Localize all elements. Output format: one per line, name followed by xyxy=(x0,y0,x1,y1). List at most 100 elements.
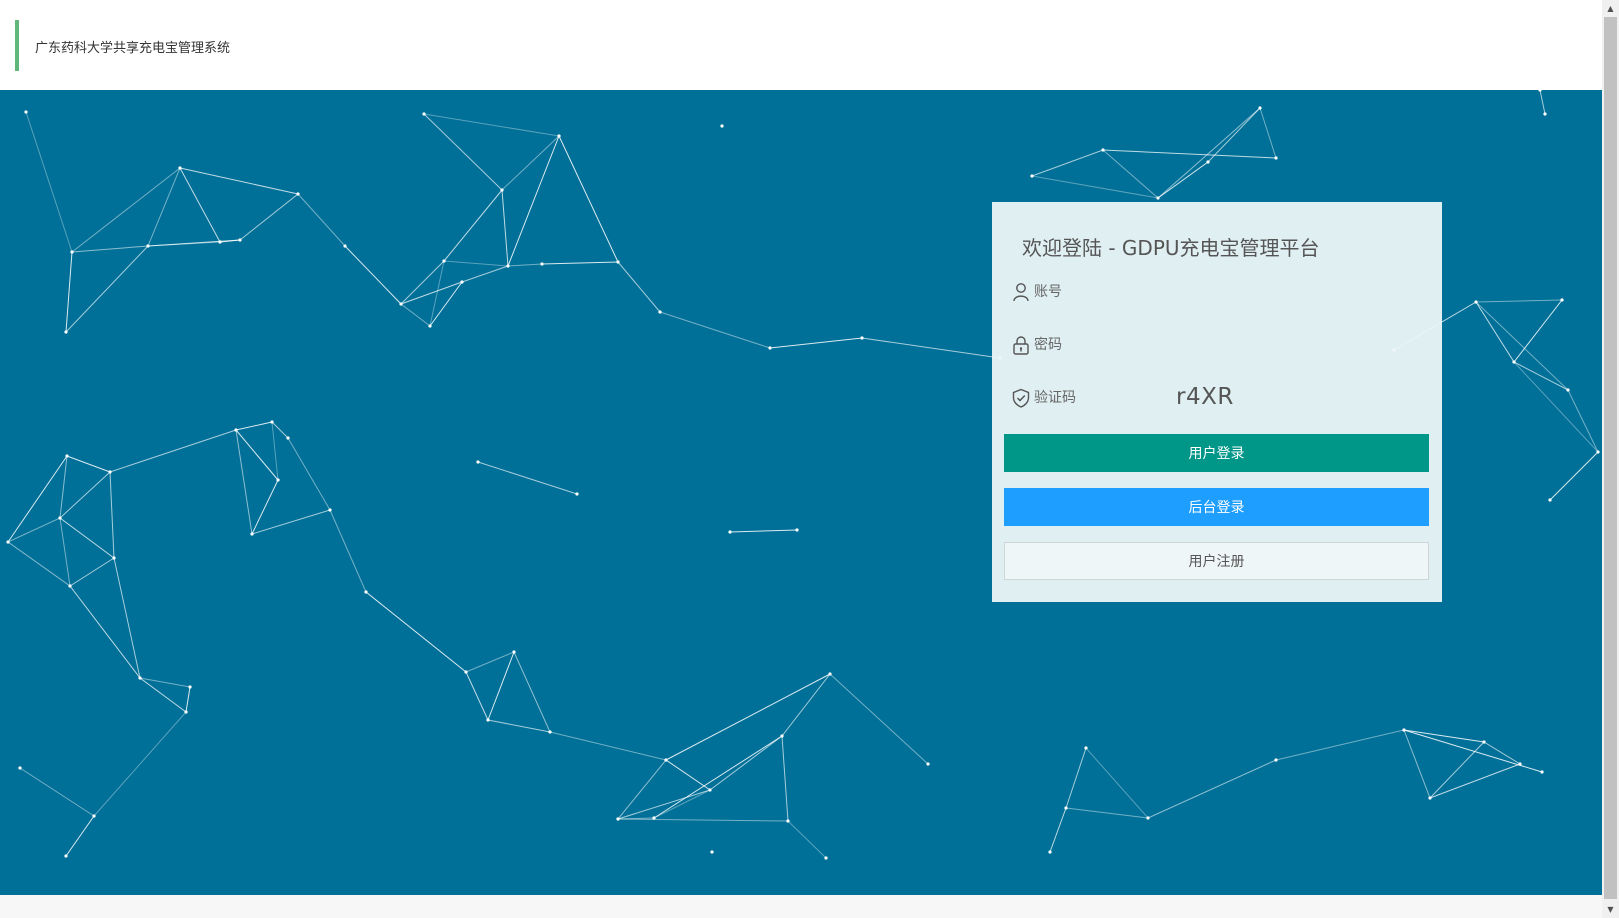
password-field[interactable] xyxy=(1004,325,1430,365)
network-node xyxy=(768,346,772,350)
network-node xyxy=(476,460,480,464)
captcha-input[interactable] xyxy=(1034,378,1154,418)
network-line xyxy=(1403,729,1485,743)
network-line xyxy=(1102,149,1159,199)
scroll-down-arrow-icon[interactable]: ▼ xyxy=(1602,901,1619,918)
network-line xyxy=(109,429,237,473)
network-node xyxy=(1156,196,1160,200)
network-line xyxy=(617,789,711,820)
scrollbar-thumb[interactable] xyxy=(1604,17,1617,899)
network-node xyxy=(548,730,552,734)
network-node xyxy=(24,110,28,114)
network-node xyxy=(328,508,332,512)
network-node xyxy=(276,478,280,482)
network-line xyxy=(287,437,331,511)
network-node xyxy=(1101,148,1105,152)
network-line xyxy=(1429,741,1485,799)
network-node xyxy=(824,856,828,860)
network-line xyxy=(400,281,463,305)
lock-icon xyxy=(1013,336,1029,355)
network-node xyxy=(1474,300,1478,304)
network-node xyxy=(1566,388,1570,392)
network-node xyxy=(1428,796,1432,800)
network-node xyxy=(720,124,724,128)
network-node xyxy=(1596,450,1600,454)
network-line xyxy=(513,651,551,733)
network-node xyxy=(780,734,784,738)
network-line xyxy=(709,735,783,791)
admin-login-button[interactable]: 后台登录 xyxy=(1004,488,1429,526)
network-line xyxy=(1513,299,1563,363)
password-input[interactable] xyxy=(1034,325,1424,365)
network-node xyxy=(112,556,116,560)
network-node xyxy=(1146,816,1150,820)
network-line xyxy=(501,189,509,267)
network-node xyxy=(1518,762,1522,766)
network-line xyxy=(1513,361,1599,453)
network-line xyxy=(1275,729,1405,761)
network-line xyxy=(1429,763,1521,799)
network-node xyxy=(108,470,112,474)
network-node xyxy=(64,330,68,334)
network-node xyxy=(486,718,490,722)
network-line xyxy=(251,509,331,535)
network-node xyxy=(70,250,74,254)
network-node xyxy=(286,436,290,440)
scroll-up-arrow-icon[interactable]: ▲ xyxy=(1602,0,1619,17)
network-line xyxy=(71,245,149,253)
network-node xyxy=(1482,740,1486,744)
network-line xyxy=(271,421,279,481)
network-node xyxy=(184,710,188,714)
network-line xyxy=(1207,107,1261,163)
network-node xyxy=(506,264,510,268)
network-line xyxy=(344,245,402,305)
network-line xyxy=(653,735,783,819)
header-accent-bar xyxy=(15,20,19,71)
network-node xyxy=(422,112,426,116)
network-node xyxy=(1543,112,1547,116)
network-node xyxy=(1084,746,1088,750)
network-line xyxy=(781,735,789,822)
network-line xyxy=(71,167,181,253)
network-node xyxy=(296,192,300,196)
network-line xyxy=(507,263,543,267)
network-line xyxy=(139,677,187,713)
network-line xyxy=(423,113,503,191)
network-node xyxy=(1258,106,1262,110)
network-node xyxy=(652,816,656,820)
network-line xyxy=(235,421,273,431)
network-node xyxy=(18,766,22,770)
network-line xyxy=(65,245,149,333)
network-line xyxy=(1483,741,1521,765)
account-input[interactable] xyxy=(1034,272,1424,312)
network-node xyxy=(146,244,150,248)
network-node xyxy=(428,324,432,328)
shield-check-icon xyxy=(1012,388,1030,408)
network-line xyxy=(829,673,929,765)
network-line xyxy=(139,677,191,688)
network-line xyxy=(113,557,141,679)
network-line xyxy=(617,261,661,313)
network-node xyxy=(138,676,142,680)
network-node xyxy=(786,819,790,823)
network-node xyxy=(1540,770,1544,774)
network-line xyxy=(617,818,789,822)
user-login-button[interactable]: 用户登录 xyxy=(1004,434,1429,472)
network-node xyxy=(270,420,274,424)
network-line xyxy=(69,557,115,587)
network-line xyxy=(185,686,191,713)
captcha-image[interactable]: r4XR xyxy=(1176,384,1234,410)
network-node xyxy=(500,188,504,192)
network-line xyxy=(665,673,831,761)
network-node xyxy=(68,584,72,588)
user-register-button[interactable]: 用户注册 xyxy=(1004,542,1429,580)
account-field[interactable] xyxy=(1004,272,1430,312)
top-header: 广东药科大学共享充电宝管理系统 xyxy=(0,0,1602,90)
network-node xyxy=(616,260,620,264)
vertical-scrollbar[interactable]: ▲ ▼ xyxy=(1602,0,1619,918)
network-line xyxy=(1102,149,1277,159)
network-node xyxy=(664,758,668,762)
network-line xyxy=(477,461,578,495)
network-node xyxy=(343,244,347,248)
network-node xyxy=(460,280,464,284)
